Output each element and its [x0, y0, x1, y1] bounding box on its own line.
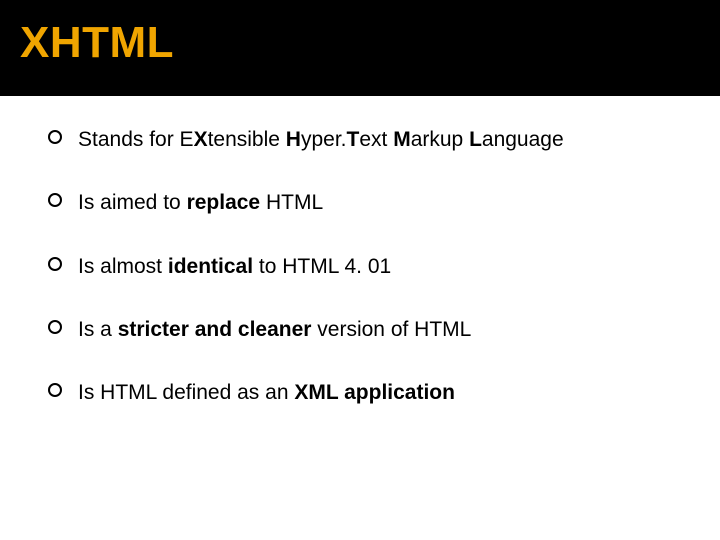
slide-body: Stands for EXtensible Hyper.Text Markup …	[0, 96, 720, 406]
list-item-text: Is almost identical to HTML 4. 01	[78, 253, 391, 280]
list-item-text: Stands for EXtensible Hyper.Text Markup …	[78, 126, 564, 153]
bullet-icon	[48, 383, 62, 397]
list-item: Stands for EXtensible Hyper.Text Markup …	[48, 126, 680, 153]
list-item: Is aimed to replace HTML	[48, 189, 680, 216]
list-item: Is a stricter and cleaner version of HTM…	[48, 316, 680, 343]
list-item: Is almost identical to HTML 4. 01	[48, 253, 680, 280]
bullet-icon	[48, 130, 62, 144]
list-item-text: Is aimed to replace HTML	[78, 189, 323, 216]
list-item-text: Is HTML defined as an XML application	[78, 379, 455, 406]
slide: XHTML Stands for EXtensible Hyper.Text M…	[0, 0, 720, 540]
bullet-icon	[48, 257, 62, 271]
slide-title: XHTML	[20, 18, 720, 68]
title-bar: XHTML	[0, 0, 720, 96]
bullet-icon	[48, 320, 62, 334]
list-item-text: Is a stricter and cleaner version of HTM…	[78, 316, 471, 343]
bullet-icon	[48, 193, 62, 207]
list-item: Is HTML defined as an XML application	[48, 379, 680, 406]
